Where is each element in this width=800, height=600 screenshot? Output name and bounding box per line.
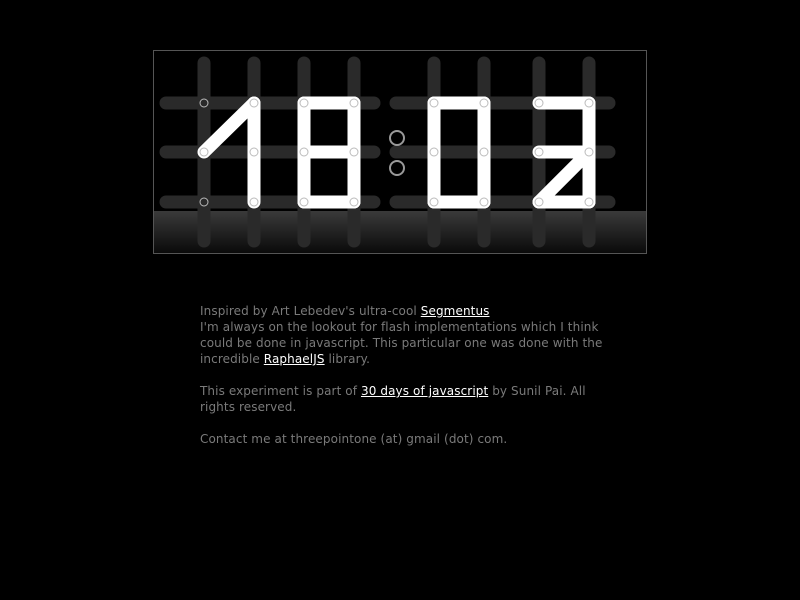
clock-canvas [154,56,646,253]
intro-end: library. [324,352,371,366]
active-diagonal-segment [197,96,261,159]
active-diagonal-segment [532,145,596,209]
intro-body: I'm always on the lookout for flash impl… [200,320,603,366]
segmentus-link[interactable]: Segmentus [421,304,490,318]
colon-dot-top [389,130,405,146]
contact-paragraph: Contact me at threepointone (at) gmail (… [200,431,610,447]
credit-paragraph: This experiment is part of 30 days of ja… [200,383,610,415]
30-days-link[interactable]: 30 days of javascript [361,384,488,398]
raphaeljs-link[interactable]: RaphaelJS [264,352,325,366]
contact-text: Contact me at threepointone (at) gmail (… [200,432,508,446]
segment-clock-display [153,50,647,254]
intro-paragraph: Inspired by Art Lebedev's ultra-cool Seg… [200,303,610,367]
intro-text: Inspired by Art Lebedev's ultra-cool [200,304,421,318]
colon-dot-bottom [389,160,405,176]
credit-start: This experiment is part of [200,384,361,398]
reflection-floor [154,211,646,253]
info-text: Inspired by Art Lebedev's ultra-cool Seg… [200,303,610,463]
